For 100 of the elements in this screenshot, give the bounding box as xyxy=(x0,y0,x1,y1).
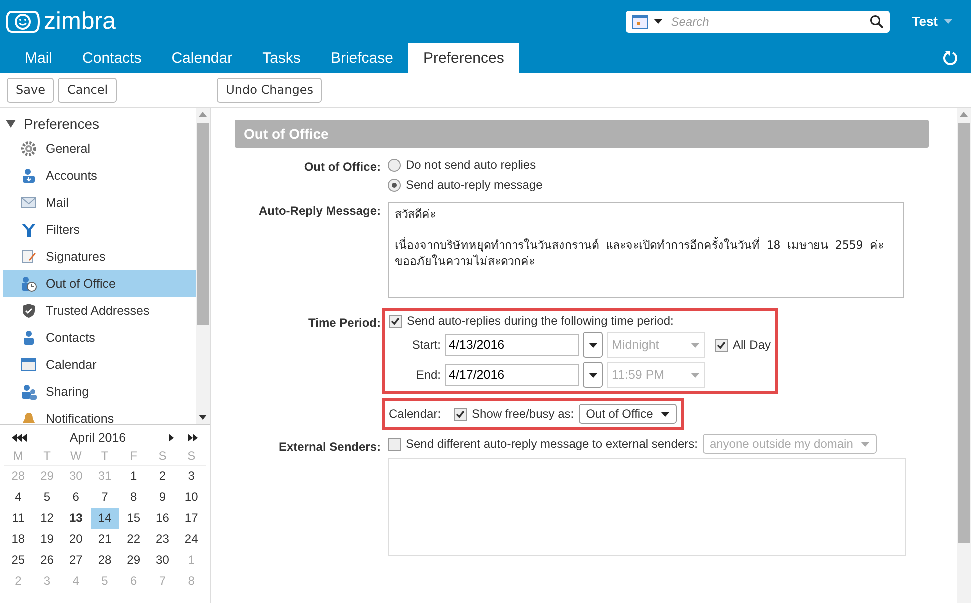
message-field[interactable]: สวัสดีค่ะ เนื่องจากบริษัทหยุดทำการในวันสงกรานต์ และจะเปิดทำการอีกครั้งในวันที่ 18 เมษายน 2559 ค่ะ ขออภัยในความไม่สะดวกค่ะ xyxy=(388,202,904,298)
toolbar-button[interactable]: Save xyxy=(7,78,54,102)
calendar-day[interactable]: 8 xyxy=(119,487,148,508)
calendar-day[interactable]: 2 xyxy=(148,466,178,487)
checkbox-label[interactable]: Send auto-replies during the following time period: xyxy=(407,314,674,328)
calendar-day[interactable]: 27 xyxy=(62,550,91,571)
dropdown-button[interactable] xyxy=(583,332,603,358)
checkbox[interactable] xyxy=(388,438,401,450)
sidebar-item[interactable]: Calendar xyxy=(3,351,196,378)
toolbar-button[interactable]: Undo Changes xyxy=(217,78,322,102)
search-input[interactable]: Search xyxy=(669,14,864,30)
calendar-day[interactable]: 7 xyxy=(90,487,120,508)
radio-label[interactable]: Send auto-reply message xyxy=(406,178,543,192)
scrollbar-thumb[interactable] xyxy=(958,123,970,543)
calendar-day[interactable]: 15 xyxy=(119,508,148,529)
calendar-day[interactable]: 6 xyxy=(62,487,91,508)
sidebar-item[interactable]: Accounts xyxy=(3,162,196,189)
checkbox-label[interactable]: All Day xyxy=(733,338,772,352)
checkbox-label[interactable]: Show free/busy as: xyxy=(472,407,574,421)
app-tab[interactable]: Preferences xyxy=(408,43,520,73)
sidebar-item[interactable]: Signatures xyxy=(3,243,196,270)
date-field[interactable]: 4/13/2016 xyxy=(445,334,579,356)
calendar-day[interactable]: 4 xyxy=(4,487,33,508)
calendar-icon xyxy=(632,14,648,28)
calendar-day[interactable]: 29 xyxy=(119,550,148,571)
calendar-day[interactable]: 9 xyxy=(148,487,178,508)
status-dropdown[interactable]: Out of Office xyxy=(579,404,678,424)
calendar-day[interactable]: 10 xyxy=(177,487,206,508)
field-label: Calendar: xyxy=(389,407,442,421)
checkbox-label[interactable]: Send different auto-reply message to external senders: xyxy=(406,437,698,451)
field-label: Auto-Reply Message: xyxy=(258,204,381,218)
calendar-day[interactable]: 13 xyxy=(62,508,91,529)
app-tab[interactable]: Briefcase xyxy=(316,43,408,73)
next-year-icon[interactable] xyxy=(188,434,198,442)
person-icon xyxy=(23,168,35,182)
app-tab[interactable]: Tasks xyxy=(248,43,316,73)
app-tab[interactable]: Calendar xyxy=(156,43,248,73)
calendar-day[interactable]: 30 xyxy=(148,550,178,571)
dropdown-button[interactable] xyxy=(583,362,603,388)
field-label: Time Period: xyxy=(308,316,381,330)
calendar-day[interactable]: 17 xyxy=(177,508,206,529)
date-field[interactable]: 4/17/2016 xyxy=(445,364,579,386)
sidebar-item[interactable]: Out of Office xyxy=(3,270,196,297)
refresh-icon[interactable] xyxy=(943,50,959,66)
calendar-day[interactable]: 21 xyxy=(90,529,120,550)
tree-heading[interactable]: Preferences xyxy=(24,116,100,132)
sidebar-item[interactable]: Notifications xyxy=(3,405,196,424)
caret-icon xyxy=(691,342,700,348)
message-field[interactable] xyxy=(388,458,906,556)
calendar-day[interactable]: 14 xyxy=(90,508,120,529)
toolbar-button[interactable]: Cancel xyxy=(58,78,118,102)
checkbox[interactable] xyxy=(715,338,728,352)
calendar-day[interactable]: 12 xyxy=(32,508,62,529)
sidebar-item[interactable]: Mail xyxy=(3,189,196,216)
sidebar-item[interactable]: Contacts xyxy=(3,324,196,351)
scrollbar-thumb[interactable] xyxy=(197,123,209,325)
collapse-icon[interactable] xyxy=(6,119,16,129)
checkbox[interactable] xyxy=(454,408,468,420)
next-month-icon[interactable] xyxy=(169,434,174,442)
radio-button[interactable] xyxy=(388,158,401,172)
sidebar-item[interactable]: Sharing xyxy=(3,378,196,405)
calendar-day[interactable]: 3 xyxy=(177,466,206,487)
envelope-icon xyxy=(22,197,36,208)
scroll-up-icon[interactable] xyxy=(199,112,207,117)
calendar-day[interactable]: 20 xyxy=(62,529,91,550)
calendar-day[interactable]: 24 xyxy=(177,529,206,550)
bell-icon xyxy=(23,412,35,422)
search-bar[interactable]: Search xyxy=(626,10,890,32)
user-menu[interactable]: Test xyxy=(912,14,938,29)
checkbox[interactable] xyxy=(389,314,402,328)
scroll-down-icon[interactable] xyxy=(199,415,207,420)
radio-button[interactable] xyxy=(388,178,401,192)
app-tab[interactable]: Mail xyxy=(10,43,68,73)
sidebar-item[interactable]: Filters xyxy=(3,216,196,243)
app-tab[interactable]: Contacts xyxy=(68,43,157,73)
scroll-up-icon[interactable] xyxy=(960,112,968,117)
calendar-icon xyxy=(22,358,36,371)
calendar-day[interactable]: 11 xyxy=(4,508,33,529)
caret-icon xyxy=(691,372,700,378)
calendar-day[interactable]: 28 xyxy=(90,550,120,571)
search-icon[interactable] xyxy=(870,14,884,28)
weekday-label: S xyxy=(158,449,167,463)
calendar-day[interactable]: 26 xyxy=(32,550,62,571)
calendar-day[interactable]: 19 xyxy=(32,529,62,550)
gear-icon xyxy=(22,141,36,156)
calendar-day[interactable]: 18 xyxy=(4,529,33,550)
caret-icon xyxy=(661,412,670,416)
field-label: End: xyxy=(415,368,441,382)
field-label: Start: xyxy=(411,338,441,352)
calendar-day[interactable]: 1 xyxy=(119,466,148,487)
radio-label[interactable]: Do not send auto replies xyxy=(406,158,536,172)
calendar-day[interactable]: 23 xyxy=(148,529,178,550)
sidebar-item[interactable]: General xyxy=(3,135,196,162)
weekday-label: T xyxy=(44,449,51,463)
calendar-day[interactable]: 25 xyxy=(4,550,33,571)
calendar-day[interactable]: 16 xyxy=(148,508,178,529)
calendar-day[interactable]: 5 xyxy=(32,487,62,508)
caret-icon xyxy=(588,342,598,348)
calendar-day[interactable]: 22 xyxy=(119,529,148,550)
sidebar-item[interactable]: Trusted Addresses xyxy=(3,297,196,324)
